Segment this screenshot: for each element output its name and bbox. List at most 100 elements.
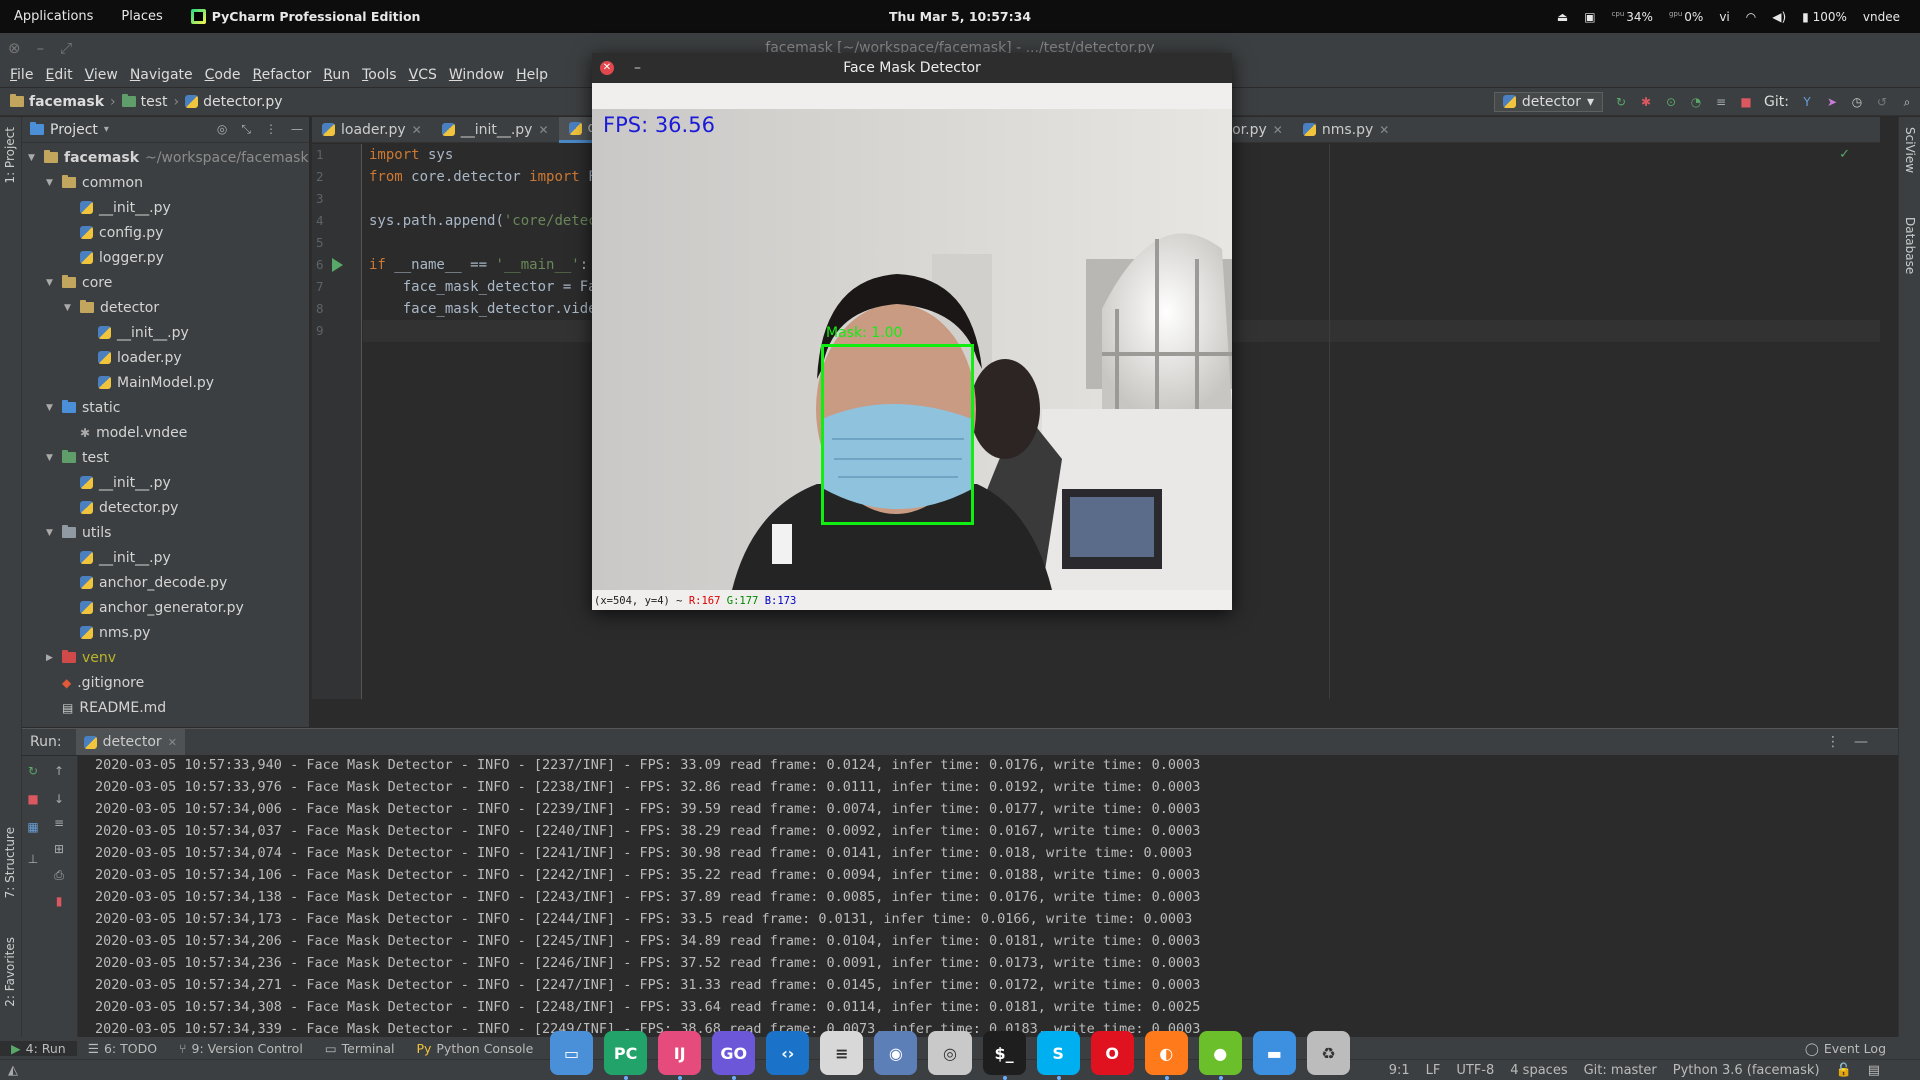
line-separator[interactable]: LF	[1426, 1063, 1441, 1078]
menu-window[interactable]: Window	[443, 67, 510, 83]
menu-view[interactable]: View	[79, 67, 124, 83]
opera-icon[interactable]: O	[1090, 1031, 1134, 1075]
run-coverage-icon[interactable]: ⊙	[1664, 95, 1678, 109]
chevron-down-icon[interactable]: ▼	[28, 153, 38, 163]
tree-item[interactable]: ▼ detector	[22, 295, 309, 320]
tree-item[interactable]: anchor_generator.py	[22, 595, 309, 620]
run-tool-button[interactable]: ▶ 4: Run	[0, 1040, 77, 1056]
hide-icon[interactable]: —	[1854, 734, 1882, 750]
search-icon[interactable]: ⌕	[1900, 95, 1914, 109]
terminal-icon[interactable]: $_	[982, 1031, 1026, 1080]
menu-refactor[interactable]: Refactor	[246, 67, 317, 83]
git-push-icon[interactable]: ➤	[1825, 95, 1839, 109]
tree-item[interactable]: __init__.py	[22, 470, 309, 495]
run-config-select[interactable]: detector ▾	[1493, 91, 1604, 112]
arrow-down-icon[interactable]: ↓	[52, 792, 66, 806]
concurrency-icon[interactable]: ≡	[1714, 95, 1728, 109]
git-rollback-icon[interactable]: ↺	[1875, 95, 1889, 109]
memory-icon[interactable]: ▤	[1868, 1063, 1880, 1078]
pin-icon[interactable]: ⊥	[26, 852, 40, 866]
menu-help[interactable]: Help	[510, 67, 554, 83]
status-left-icon[interactable]: ◭	[0, 1063, 18, 1078]
close-tab-icon[interactable]: ✕	[412, 123, 422, 137]
battery-indicator[interactable]: ▮ 100%	[1802, 10, 1847, 24]
inspection-ok-icon[interactable]: ✓	[1839, 147, 1850, 162]
close-tab-icon[interactable]: ✕	[1273, 123, 1283, 137]
screen-icon[interactable]: ▣	[1584, 10, 1595, 24]
stop-icon[interactable]: ■	[26, 792, 40, 806]
line-gutter[interactable]: 1 2 3 4 5 6 7 8 9	[312, 144, 362, 699]
green-orb-icon[interactable]: ●	[1198, 1031, 1242, 1080]
menu-tools[interactable]: Tools	[356, 67, 403, 83]
trash-icon[interactable]: ▮	[52, 894, 66, 908]
chevron-down-icon[interactable]: ▼	[46, 453, 56, 463]
chevron-down-icon[interactable]: ▼	[64, 303, 74, 313]
chevron-down-icon[interactable]: ▼	[46, 178, 56, 188]
tree-item[interactable]: ▶ venv	[22, 645, 309, 670]
close-icon[interactable]: ⊗	[8, 39, 37, 57]
sciview-tool-button[interactable]: SciView	[1903, 127, 1917, 173]
structure-tool-button[interactable]: 7: Structure	[3, 827, 17, 898]
breadcrumb-file[interactable]: detector.py	[185, 94, 283, 110]
firefox-icon[interactable]: ◐	[1144, 1031, 1188, 1080]
close-tab-icon[interactable]: ✕	[1379, 123, 1389, 137]
files-icon[interactable]: ▭	[550, 1031, 594, 1075]
tab-nms[interactable]: nms.py ✕	[1293, 117, 1400, 143]
file-encoding[interactable]: UTF-8	[1456, 1063, 1494, 1078]
keyboard-language[interactable]: vi	[1719, 10, 1729, 24]
eject-icon[interactable]: ⏏	[1557, 10, 1568, 24]
trash-icon[interactable]: ♻	[1306, 1031, 1350, 1075]
indent-setting[interactable]: 4 spaces	[1510, 1063, 1567, 1078]
tree-item[interactable]: ▼ static	[22, 395, 309, 420]
debug-icon[interactable]: ✱	[1639, 95, 1653, 109]
applications-menu[interactable]: Applications	[0, 9, 107, 24]
maximize-icon[interactable]: ⤢	[60, 39, 88, 57]
tree-item[interactable]: logger.py	[22, 245, 309, 270]
menu-file[interactable]: File	[4, 67, 39, 83]
window-controls[interactable]: ⊗–⤢	[8, 33, 88, 63]
favorites-tool-button[interactable]: 2: Favorites	[3, 937, 17, 1007]
run-gutter-icon[interactable]	[332, 258, 343, 272]
tree-item[interactable]: detector.py	[22, 495, 309, 520]
window-icon[interactable]: ▬	[1252, 1031, 1296, 1075]
tab-loader[interactable]: loader.py ✕	[312, 117, 432, 143]
locate-icon[interactable]: ◎	[217, 122, 227, 137]
console-output[interactable]: 2020-03-05 10:57:33,940 - Face Mask Dete…	[95, 754, 1200, 1040]
tree-item[interactable]: loader.py	[22, 345, 309, 370]
text-editor-icon[interactable]: ≡	[820, 1031, 864, 1075]
tree-item[interactable]: ▼ test	[22, 445, 309, 470]
chevron-right-icon[interactable]: ▶	[46, 653, 56, 663]
git-branch-icon[interactable]: Y	[1800, 95, 1814, 109]
git-branch[interactable]: Git: master	[1584, 1063, 1657, 1078]
project-view-select[interactable]: Project	[50, 122, 98, 138]
database-tool-button[interactable]: Database	[1903, 217, 1917, 274]
chevron-down-icon[interactable]: ▼	[46, 403, 56, 413]
chevron-down-icon[interactable]: ▼	[46, 278, 56, 288]
close-icon[interactable]: ✕	[600, 61, 614, 75]
cpu-monitor[interactable]: cpu 34%	[1612, 10, 1653, 24]
minimize-icon[interactable]: –	[634, 53, 641, 83]
minimize-icon[interactable]: –	[37, 39, 61, 57]
menu-code[interactable]: Code	[199, 67, 247, 83]
tree-item[interactable]: ▤ README.md	[22, 695, 309, 720]
version-control-tool-button[interactable]: ⑂ 9: Version Control	[168, 1041, 314, 1056]
breadcrumb-folder[interactable]: test	[121, 94, 168, 110]
menu-vcs[interactable]: VCS	[403, 67, 443, 83]
scroll-end-icon[interactable]: ⊞	[52, 842, 66, 856]
intellij-icon[interactable]: IJ	[658, 1031, 702, 1080]
tree-item[interactable]: ▼ facemask ~/workspace/facemask	[22, 145, 309, 170]
tree-item[interactable]: ▼ common	[22, 170, 309, 195]
tree-item[interactable]: anchor_decode.py	[22, 570, 309, 595]
hide-icon[interactable]: —	[291, 122, 303, 137]
active-app-menu[interactable]: PyCharm Professional Edition	[177, 9, 435, 24]
chat-icon[interactable]: ◉	[874, 1031, 918, 1075]
vscode-icon[interactable]: ‹›	[766, 1031, 810, 1075]
user-menu[interactable]: vndee	[1863, 10, 1900, 24]
terminal-tool-button[interactable]: ▭ Terminal	[314, 1041, 406, 1056]
tree-item[interactable]: ▼ core	[22, 270, 309, 295]
tree-item[interactable]: MainModel.py	[22, 370, 309, 395]
tree-item[interactable]: ◆ .gitignore	[22, 670, 309, 695]
chevron-down-icon[interactable]: ▼	[46, 528, 56, 538]
gpu-monitor[interactable]: gpu 0%	[1669, 10, 1703, 24]
places-menu[interactable]: Places	[107, 9, 176, 24]
